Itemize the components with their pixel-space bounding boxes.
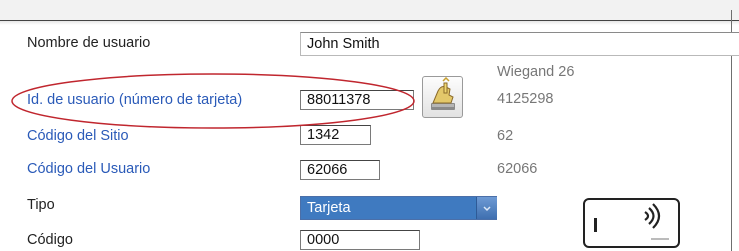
- user-code-label: Código del Usuario: [27, 161, 151, 177]
- wiegand-user-id: 4125298: [497, 91, 554, 107]
- user-id-field[interactable]: 88011378: [300, 90, 414, 110]
- card-reader-hand-icon: [431, 76, 455, 110]
- code-label: Código: [27, 232, 73, 248]
- read-card-button[interactable]: [422, 76, 463, 118]
- window-top-shadow: [0, 21, 739, 25]
- username-field[interactable]: John Smith: [300, 32, 739, 56]
- type-select-value: Tarjeta: [301, 197, 475, 219]
- username-label: Nombre de usuario: [27, 35, 151, 51]
- chevron-down-icon: [483, 206, 491, 212]
- type-label: Tipo: [27, 197, 55, 213]
- user-id-label: Id. de usuario (número de tarjeta): [27, 92, 243, 108]
- wiegand-site-code: 62: [497, 128, 514, 144]
- type-select[interactable]: Tarjeta: [300, 196, 497, 220]
- contactless-card-icon: [594, 203, 669, 240]
- site-code-field[interactable]: 1342: [300, 125, 371, 145]
- wiegand-title: Wiegand 26: [497, 64, 575, 80]
- user-code-field[interactable]: 62066: [300, 160, 380, 180]
- site-code-label: Código del Sitio: [27, 128, 129, 144]
- window-top-bar: [0, 0, 739, 21]
- type-select-arrow[interactable]: [476, 197, 497, 219]
- contactless-card: [583, 198, 680, 248]
- code-field[interactable]: 0000: [300, 230, 420, 250]
- wiegand-user-code: 62066: [497, 161, 538, 177]
